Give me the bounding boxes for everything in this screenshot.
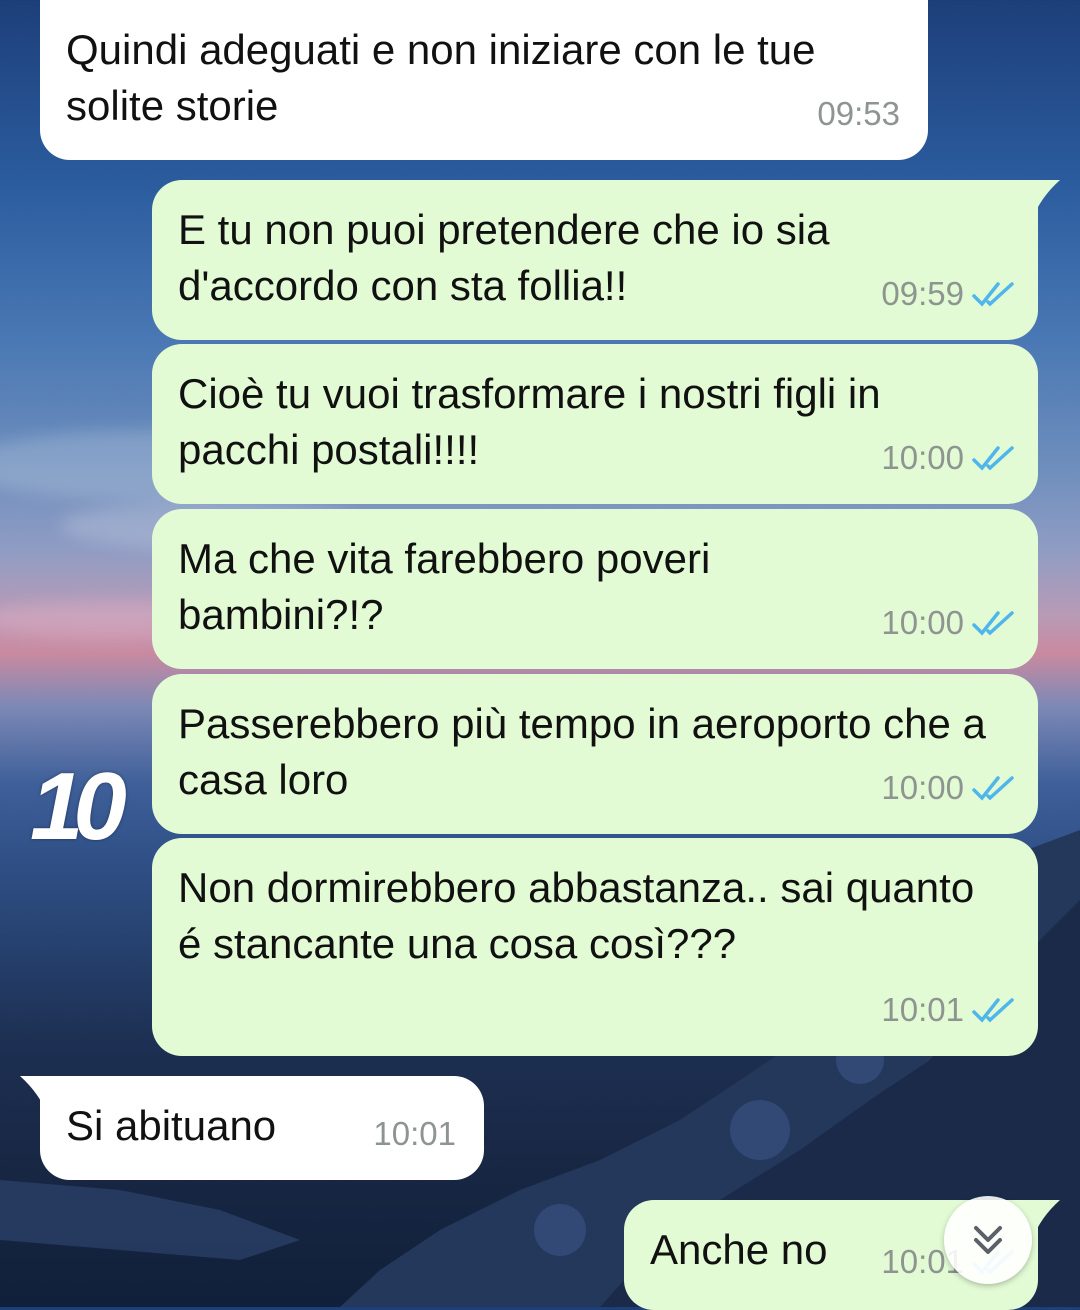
message-bubble-incoming[interactable]: Si abituano 10:01	[40, 1076, 484, 1180]
message-timestamp: 09:53	[817, 95, 900, 132]
message-timestamp: 10:00	[881, 604, 964, 641]
message-bubble-outgoing[interactable]: E tu non puoi pretendere che io sia d'ac…	[152, 180, 1038, 340]
message-text: E tu non puoi pretendere che io sia d'ac…	[178, 206, 830, 309]
double-chevron-down-icon	[974, 1226, 1002, 1254]
message-bubble-outgoing[interactable]: Ma che vita farebbero poveri bambini?!? …	[152, 509, 1038, 669]
double-check-icon	[972, 282, 1014, 307]
message-text: Ma che vita farebbero poveri bambini?!?	[178, 535, 711, 638]
message-timestamp: 09:59	[881, 275, 964, 312]
double-check-icon	[972, 611, 1014, 636]
message-timestamp: 10:01	[373, 1115, 456, 1152]
double-check-icon	[972, 776, 1014, 801]
double-check-icon	[972, 998, 1014, 1023]
message-text: Non dormirebbero abbastanza.. sai quanto…	[178, 864, 975, 967]
message-bubble-outgoing[interactable]: Passerebbero più tempo in aeroporto che …	[152, 674, 1038, 834]
scroll-to-bottom-button[interactable]	[944, 1196, 1032, 1284]
message-timestamp: 10:00	[881, 439, 964, 476]
message-timestamp: 10:00	[881, 769, 964, 806]
double-check-icon	[972, 446, 1014, 471]
overlay-number-marker: 10	[30, 753, 127, 860]
message-bubble-outgoing[interactable]: Non dormirebbero abbastanza.. sai quanto…	[152, 838, 1038, 1056]
message-text: Quindi adeguati e non iniziare con le tu…	[66, 26, 816, 129]
message-timestamp: 10:01	[881, 991, 964, 1028]
message-bubble-incoming[interactable]: Quindi adeguati e non iniziare con le tu…	[40, 0, 928, 160]
message-text: Passerebbero più tempo in aeroporto che …	[178, 700, 986, 803]
message-bubble-outgoing[interactable]: Cioè tu vuoi trasformare i nostri figli …	[152, 344, 1038, 504]
